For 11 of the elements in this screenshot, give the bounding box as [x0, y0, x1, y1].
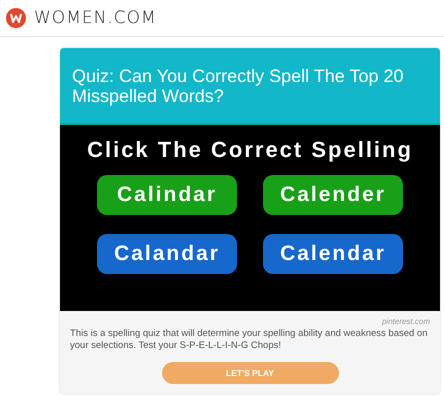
spelling-option: Calindar	[97, 175, 237, 215]
quiz-title[interactable]: Quiz: Can You Correctly Spell The Top 20 Misspelled Words?	[72, 66, 428, 106]
play-button[interactable]: LET'S PLAY	[162, 362, 338, 384]
quiz-description: This is a spelling quiz that will determine your spelling ability and weakness based on your selections. Test your S-P-E-L-L-I-N-G Chops!	[70, 328, 428, 352]
spelling-option: Calandar	[97, 234, 237, 274]
image-heading: Click The Correct Spelling	[87, 137, 413, 163]
source-credit: pinterest.com	[380, 317, 430, 326]
spelling-option: Calender	[263, 175, 403, 215]
site-name[interactable]: WOMEN.COM	[34, 8, 157, 28]
logo-icon	[6, 8, 26, 28]
spelling-option: Calendar	[263, 234, 403, 274]
